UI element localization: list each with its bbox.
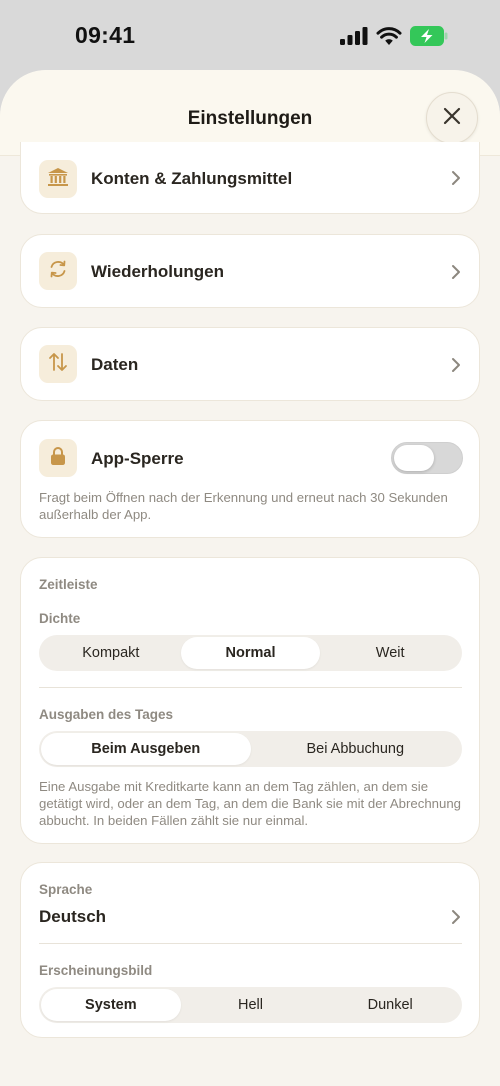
- status-time: 09:41: [75, 22, 136, 48]
- timeline-description: Eine Ausgabe mit Kreditkarte kann an dem…: [39, 779, 462, 828]
- app-lock-toggle[interactable]: [391, 442, 463, 474]
- daily-spend-option-on-spend[interactable]: Beim Ausgeben: [41, 733, 251, 765]
- density-option-wide[interactable]: Weit: [320, 637, 460, 669]
- wifi-icon: [376, 26, 402, 51]
- divider: [39, 943, 462, 944]
- density-label: Dichte: [39, 611, 81, 626]
- battery-charging-icon: [410, 26, 448, 51]
- language-row[interactable]: Deutsch: [21, 899, 479, 935]
- daily-spend-segmented-control: Beim Ausgeben Bei Abbuchung: [39, 731, 462, 767]
- appearance-option-light[interactable]: Hell: [181, 989, 321, 1021]
- chevron-right-icon: [451, 170, 461, 191]
- nav-item-label: Konten & Zahlungsmittel: [91, 169, 293, 188]
- daily-spend-label: Ausgaben des Tages: [39, 707, 174, 722]
- language-label: Sprache: [39, 882, 93, 897]
- general-card: Sprache Deutsch Erscheinungsbild System …: [20, 862, 480, 1038]
- density-option-normal[interactable]: Normal: [180, 637, 321, 669]
- page-title: Einstellungen: [187, 108, 313, 129]
- icon-tile: [39, 252, 77, 290]
- status-icons: [340, 26, 448, 51]
- nav-item-label: Daten: [91, 355, 139, 374]
- appearance-option-dark[interactable]: Dunkel: [320, 989, 460, 1021]
- timeline-card: Zeitleiste Dichte Kompakt Normal Weit Au…: [20, 557, 480, 844]
- icon-tile: [39, 439, 77, 477]
- close-icon: [442, 106, 462, 131]
- settings-sheet: Einstellungen Konten & Zahlungsmittel Wi…: [0, 70, 500, 1086]
- chevron-right-icon: [451, 357, 461, 378]
- toggle-knob: [394, 445, 434, 471]
- icon-tile: [39, 160, 77, 198]
- density-option-compact[interactable]: Kompakt: [41, 637, 181, 669]
- divider: [39, 687, 462, 688]
- repeat-icon: [47, 258, 69, 285]
- bank-icon: [47, 167, 69, 192]
- chevron-right-icon: [451, 264, 461, 285]
- nav-item-data[interactable]: Daten: [20, 327, 480, 401]
- nav-item-label: Wiederholungen: [91, 262, 225, 281]
- section-title: Zeitleiste: [39, 577, 98, 592]
- daily-spend-option-on-charge[interactable]: Bei Abbuchung: [251, 733, 461, 765]
- close-button[interactable]: [426, 92, 478, 144]
- app-lock-label: App-Sperre: [91, 449, 184, 468]
- nav-item-recurring[interactable]: Wiederholungen: [20, 234, 480, 308]
- language-value: Deutsch: [39, 907, 107, 926]
- status-bar: 09:41: [0, 0, 500, 72]
- transfer-arrows-icon: [47, 351, 69, 378]
- appearance-option-system[interactable]: System: [41, 989, 181, 1021]
- chevron-right-icon: [451, 909, 461, 930]
- app-lock-description: Fragt beim Öffnen nach der Erkennung und…: [39, 490, 448, 522]
- icon-tile: [39, 345, 77, 383]
- cellular-signal-icon: [340, 27, 368, 50]
- app-lock-card: App-Sperre Fragt beim Öffnen nach der Er…: [20, 420, 480, 538]
- density-segmented-control: Kompakt Normal Weit: [39, 635, 462, 671]
- lock-icon: [49, 446, 67, 471]
- appearance-label: Erscheinungsbild: [39, 963, 153, 978]
- appearance-segmented-control: System Hell Dunkel: [39, 987, 462, 1023]
- nav-item-accounts[interactable]: Konten & Zahlungsmittel: [20, 142, 480, 214]
